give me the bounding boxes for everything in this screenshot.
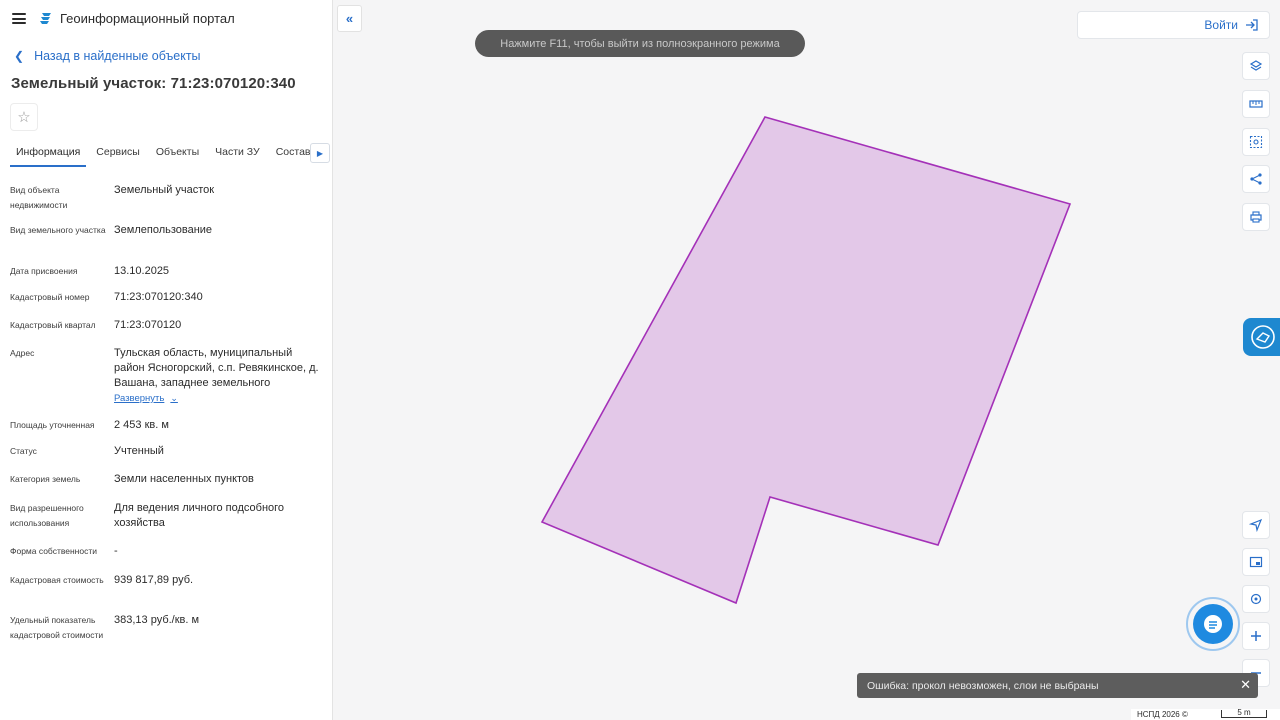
expand-label: Развернуть [114,393,165,404]
star-icon: ☆ [17,109,31,126]
map-chat-icon [1251,325,1275,349]
layers-icon [1249,60,1263,71]
feedback-widget-button[interactable] [1243,318,1280,356]
selection-icon [1249,135,1263,149]
area-select-button[interactable] [1242,128,1270,156]
info-label: Площадь уточненная [10,420,95,430]
double-chevron-left-icon: « [345,11,354,26]
measure-button[interactable] [1242,90,1270,118]
print-button[interactable] [1242,203,1270,231]
share-button[interactable] [1242,165,1270,193]
info-label: Кадастровый номер [10,292,90,302]
expand-address-link[interactable]: Развернуть ⌄ [114,391,178,406]
info-panel: Геоинформационный портал ❮ Назад в найде… [0,0,333,720]
tab-parts[interactable]: Части ЗУ [209,141,266,165]
land-parcel-polygon[interactable] [540,116,1072,605]
ruler-icon [1249,100,1263,108]
page-title: Земельный участок: 71:23:070120:340 [11,75,296,92]
info-label: Кадастровая стоимость [10,575,104,585]
info-value: - [114,545,118,557]
info-value: 2 453 кв. м [114,419,169,431]
map-canvas[interactable] [334,0,1280,720]
error-message: Ошибка: прокол невозможен, слои не выбра… [867,679,1099,692]
chat-button[interactable] [1186,597,1240,651]
login-label: Войти [1204,18,1238,32]
info-label: Вид разрешенного использования [10,503,84,528]
zoom-in-button[interactable] [1242,622,1270,650]
error-toast: Ошибка: прокол невозможен, слои не выбра… [857,673,1258,698]
copyright-label: НСПД 2026 © [1137,710,1188,719]
layers-button[interactable] [1242,52,1270,80]
scale-label: 5 m [1237,708,1251,717]
scale-bar: 5 m [1221,708,1267,718]
chevron-left-icon: ❮ [14,49,25,63]
info-label: Кадастровый квартал [10,320,96,330]
portal-logo-icon [40,12,51,24]
tabs-scroll-right-button[interactable]: ▶ [310,143,330,163]
info-label: Категория земель [10,474,81,484]
info-value: 71:23:070120:340 [114,291,203,303]
target-icon [1250,593,1262,605]
info-label: Дата присвоения [10,266,78,276]
plus-icon [1251,631,1261,641]
panel-header: Геоинформационный портал [0,0,332,37]
info-label: Адрес [10,348,35,358]
info-value: Земельный участок [114,184,215,196]
login-icon [1246,19,1258,31]
back-to-results-link[interactable]: ❮ Назад в найденные объекты [14,49,201,63]
info-value: Землепользование [114,224,213,236]
tab-information[interactable]: Информация [10,141,87,167]
locate-button[interactable] [1242,511,1270,539]
info-value: 71:23:070120 [114,319,182,331]
info-value: 13.10.2025 [114,265,170,277]
map-svg [540,116,1072,605]
tab-objects[interactable]: Объекты [150,141,205,165]
info-label: Вид объекта недвижимости [10,185,68,210]
navigation-icon [1249,518,1263,532]
minimap-icon [1249,556,1263,568]
chat-ring [1186,597,1240,651]
menu-icon[interactable] [12,13,26,24]
info-value: 383,13 руб./кв. м [114,614,200,626]
info-label: Удельный показатель кадастровой стоимост… [10,615,104,640]
geolocation-button[interactable] [1242,585,1270,613]
info-value: 939 817,89 руб. [114,574,194,586]
back-label: Назад в найденные объекты [34,49,201,63]
minimap-button[interactable] [1242,548,1270,576]
info-label: Вид земельного участка [10,225,106,235]
collapse-panel-button[interactable]: « [337,5,362,32]
chevron-down-icon: ⌄ [170,393,178,403]
close-icon[interactable]: ✕ [1240,677,1251,693]
info-value: Тульская область, муниципальный район Яс… [114,346,324,406]
caret-right-icon: ▶ [316,148,324,158]
info-label: Форма собственности [10,546,97,556]
login-button[interactable]: Войти [1077,11,1270,39]
info-value: Для ведения личного подсобного хозяйства [114,502,285,529]
tab-bar: Информация Сервисы Объекты Части ЗУ Сост… [10,141,332,167]
favorite-button[interactable]: ☆ [10,103,38,131]
portal-title: Геоинформационный портал [60,11,235,26]
address-text: Тульская область, муниципальный район Яс… [114,347,319,389]
fullscreen-notice: Нажмите F11, чтобы выйти из полноэкранно… [475,30,805,57]
share-icon [1250,173,1262,185]
info-value: Учтенный [114,445,164,457]
tab-services[interactable]: Сервисы [90,141,146,165]
info-label: Статус [10,446,37,456]
info-value: Земли населенных пунктов [114,473,254,485]
printer-icon [1250,211,1262,223]
